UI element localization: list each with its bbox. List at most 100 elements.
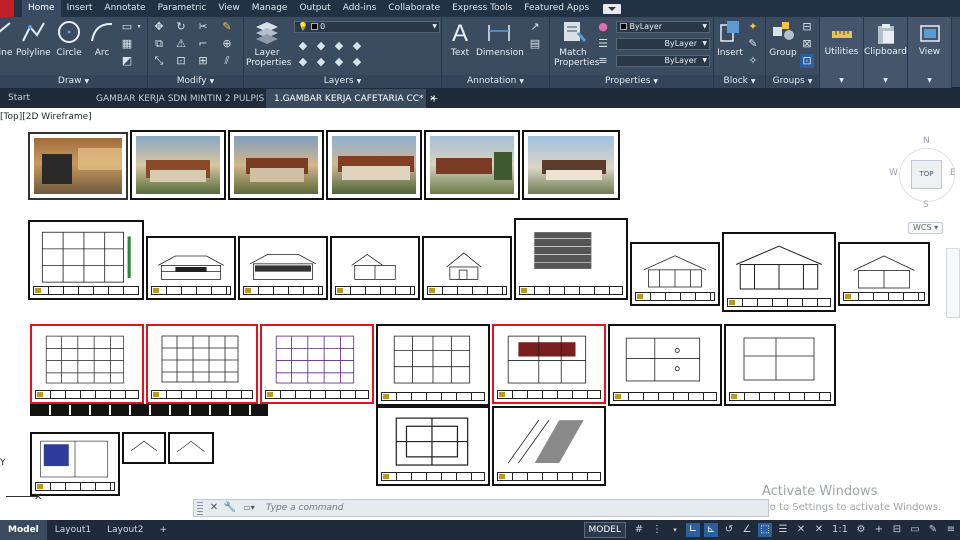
compass-south[interactable]: S [923,200,929,210]
layer-freeze-icon[interactable]: ◆ [314,39,328,53]
osnap-icon[interactable]: ⬚ [758,523,772,537]
trim-icon[interactable]: ✂ [196,20,210,34]
layer-dropdown[interactable]: 💡 0 ▼ [294,21,440,33]
command-input[interactable]: Type a command [266,503,343,513]
drawing-sheet[interactable] [122,432,166,464]
render-sheet[interactable] [228,130,324,200]
array-icon[interactable]: ⊞ [196,54,210,68]
annotation-scale-icon[interactable]: ✕ [812,523,826,537]
utilities-button[interactable]: Utilities ▼ [820,17,864,88]
drawing-sheet[interactable] [28,220,144,300]
modify-panel-title[interactable]: Modify ▼ [148,75,243,88]
object-snap-tracking-icon[interactable]: ∠ [740,523,754,537]
annotation-scale-value[interactable]: 1:1 [830,523,850,537]
rotate-icon[interactable]: ↻ [174,20,188,34]
structure-sheet-selected[interactable] [146,324,258,404]
command-line-grip[interactable] [197,501,203,515]
compass-north[interactable]: N [923,136,930,146]
drawing-sheet[interactable] [838,242,930,306]
hardware-acceleration-icon[interactable]: ▭ [908,523,922,537]
layer-merge-icon[interactable]: ◆ [350,55,364,69]
doc-tab-start[interactable]: Start [0,89,88,108]
dimension-button[interactable]: Dimension [476,19,524,58]
structure-sheet-selected[interactable] [260,324,374,404]
scale-icon[interactable]: ⊡ [174,54,188,68]
app-logo[interactable] [0,0,14,17]
mirror-icon[interactable]: ⚠ [174,37,188,51]
polyline-button[interactable]: Polyline [16,19,51,58]
drawing-sheet[interactable] [30,432,120,496]
tab-featured-apps[interactable]: Featured Apps [518,0,595,17]
doc-tab-sdn-mintin[interactable]: GAMBAR KERJA SDN MINTIN 2 PULPIS✕ [88,89,277,108]
layer-prev-icon[interactable]: ◆ [314,55,328,69]
close-icon[interactable]: ✕ [206,500,222,516]
linetype-dropdown[interactable]: ByLayer ▼ [616,38,710,50]
tab-model[interactable]: Model [0,520,47,540]
tab-annotate[interactable]: Annotate [98,0,151,17]
drawing-canvas[interactable]: [Top][2D Wireframe] Y ✕ N S W E TOP WCS … [0,108,960,520]
render-cover-sheet[interactable] [28,132,128,200]
tab-layout2[interactable]: Layout2 [99,520,151,540]
tab-home[interactable]: Home [22,0,61,17]
view-button[interactable]: View ▼ [908,17,952,88]
compass-west[interactable]: W [889,168,898,178]
drawing-sheet[interactable] [492,406,606,486]
match-properties-button[interactable]: Match Properties [554,19,599,68]
tab-layout1[interactable]: Layout1 [47,520,99,540]
grid-icon[interactable]: # [632,523,646,537]
lineweight-icon[interactable]: ≡ [596,54,610,68]
isolate-objects-icon[interactable]: ✎ [926,523,940,537]
ribbon-minimize-button[interactable] [603,3,622,14]
explode-icon[interactable]: ⊕ [220,37,234,51]
gradient-icon[interactable]: ◩ [120,54,134,68]
new-layout-button[interactable]: + [151,520,175,540]
group-edit-icon[interactable]: ⊠ [800,37,814,51]
customization-menu-icon[interactable]: ≡ [944,523,958,537]
create-block-icon[interactable]: ✦ [746,20,760,34]
erase-icon[interactable]: ✎ [220,20,234,34]
drawing-sheet[interactable] [608,324,722,406]
offset-icon[interactable]: ⫽ [220,54,234,68]
ungroup-icon[interactable]: ⊟ [800,20,814,34]
lineweight-dropdown[interactable]: ByLayer ▼ [616,55,710,67]
tab-insert[interactable]: Insert [61,0,99,17]
move-icon[interactable]: ✥ [152,20,166,34]
hatch-icon[interactable]: ▦ [120,37,134,51]
gear-icon[interactable]: ⚙ [854,523,868,537]
drawing-sheet[interactable] [238,236,328,300]
stretch-icon[interactable]: ⤡ [152,54,166,68]
copy-icon[interactable]: ⧉ [152,37,166,51]
drawing-sheet[interactable] [722,232,836,312]
model-space-toggle[interactable]: MODEL [583,522,626,538]
layer-match-icon[interactable]: ◆ [296,55,310,69]
line-button[interactable]: Line [0,19,12,58]
leader-icon[interactable]: ↗ [528,20,542,34]
tab-view[interactable]: View [212,0,245,17]
color-wheel-icon[interactable]: ● [596,20,610,34]
drawing-sheet[interactable] [630,242,720,306]
snap-icon[interactable]: ⋮ [650,523,664,537]
polar-icon[interactable]: ⊾ [704,523,718,537]
dropdown-icon[interactable]: ▾ [668,523,682,537]
drawing-sheet[interactable] [330,236,420,300]
doc-tab-cafetaria[interactable]: 1.GAMBAR KERJA CAFETARIA CC* ✕ [266,89,436,108]
viewcube-top-face[interactable]: TOP [911,160,942,189]
render-sheet[interactable] [424,130,520,200]
annotation-panel-title[interactable]: Annotation ▼ [442,75,549,88]
block-panel-title[interactable]: Block ▼ [714,75,765,88]
tab-collaborate[interactable]: Collaborate [382,0,446,17]
command-line[interactable]: ✕ 🔧 ▭▾ Type a command [193,499,769,517]
annotation-monitor-icon[interactable]: ✕ [794,523,808,537]
units-icon[interactable]: ⊟ [890,523,904,537]
render-sheet[interactable] [326,130,422,200]
group-button[interactable]: Group [768,19,798,58]
tab-manage[interactable]: Manage [246,0,294,17]
edit-block-icon[interactable]: ✎ [746,37,760,51]
render-sheet[interactable] [522,130,620,200]
draw-panel-title[interactable]: Draw ▼ [0,75,147,88]
linetype-icon[interactable]: ☰ [596,37,610,51]
lineweight-icon[interactable]: ☰ [776,523,790,537]
fillet-icon[interactable]: ⌐ [196,37,210,51]
drawing-sheet[interactable] [376,324,490,406]
layer-iso-icon[interactable]: ◆ [350,39,364,53]
